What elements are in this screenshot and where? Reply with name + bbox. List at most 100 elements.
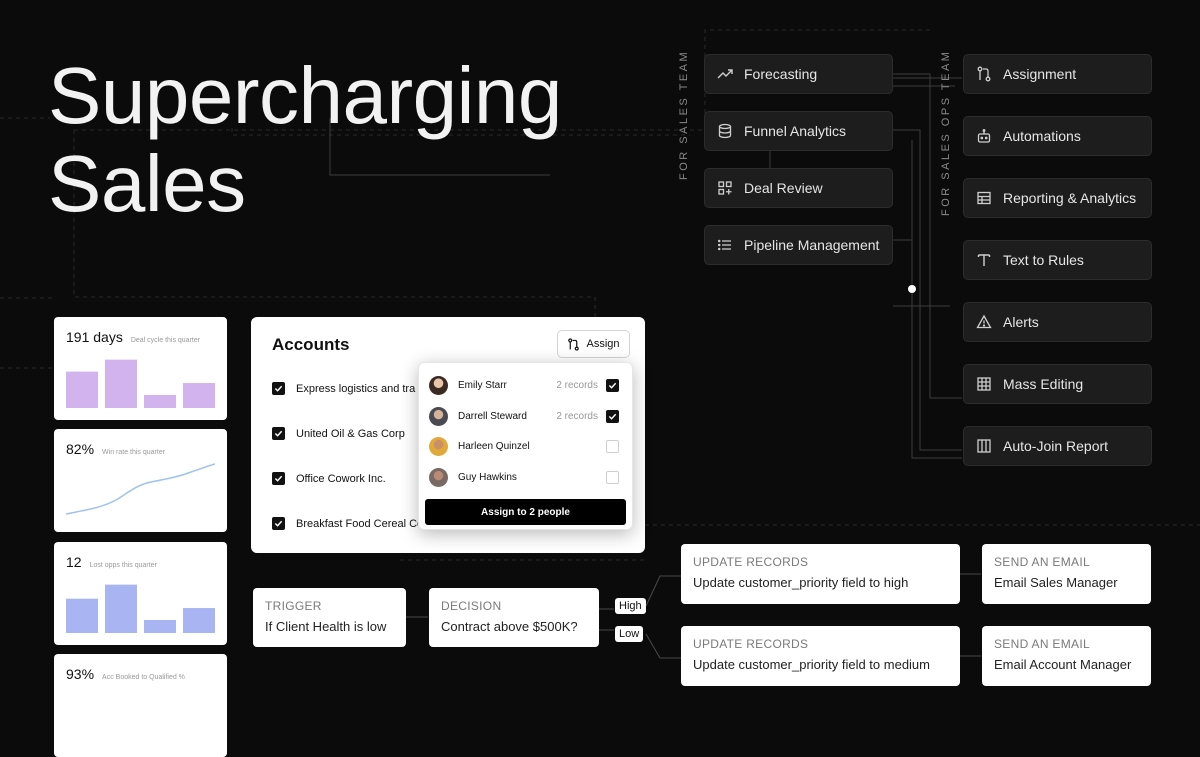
stat-value: 191 days bbox=[66, 329, 123, 345]
update-records-high-card[interactable]: UPDATE RECORDS Update customer_priority … bbox=[681, 544, 960, 604]
trigger-card[interactable]: TRIGGER If Client Health is low bbox=[253, 588, 406, 647]
account-row[interactable]: United Oil & Gas Corp bbox=[272, 427, 405, 440]
pill-label: Alerts bbox=[1003, 314, 1039, 330]
assign-popup: Emily Starr 2 records Darrell Steward 2 … bbox=[418, 362, 633, 530]
checkbox-unchecked[interactable] bbox=[606, 439, 619, 453]
flow-text: Email Sales Manager bbox=[994, 575, 1118, 590]
avatar bbox=[429, 467, 448, 487]
bar bbox=[66, 371, 98, 408]
pill-label: Auto-Join Report bbox=[1003, 438, 1109, 454]
sales-ops-team-label: FOR SALES OPS TEAM bbox=[940, 49, 952, 216]
line-series bbox=[66, 463, 215, 515]
pill-automations[interactable]: Automations bbox=[963, 116, 1152, 156]
flow-kicker: SEND AN EMAIL bbox=[994, 637, 1090, 651]
pill-text-to-rules[interactable]: Text to Rules bbox=[963, 240, 1152, 280]
checkbox-checked[interactable] bbox=[272, 517, 285, 530]
person-row[interactable]: Darrell Steward 2 records bbox=[429, 405, 619, 427]
person-row[interactable]: Harleen Quinzel bbox=[429, 435, 619, 457]
update-records-low-card[interactable]: UPDATE RECORDS Update customer_priority … bbox=[681, 626, 960, 686]
bar-chart bbox=[66, 584, 215, 633]
sales-team-label: FOR SALES TEAM bbox=[678, 49, 690, 180]
columns-icon bbox=[977, 439, 991, 453]
pill-alerts[interactable]: Alerts bbox=[963, 302, 1152, 342]
assign-button[interactable]: Assign bbox=[557, 330, 630, 358]
pill-reporting-analytics[interactable]: Reporting & Analytics bbox=[963, 178, 1152, 218]
person-name: Harleen Quinzel bbox=[458, 440, 530, 452]
stat-card-win-rate: 82% Win rate this quarter bbox=[54, 429, 227, 532]
stat-caption: Win rate this quarter bbox=[102, 449, 166, 456]
account-row[interactable]: Express logistics and transport bbox=[272, 382, 416, 395]
checkbox-checked[interactable] bbox=[606, 378, 619, 392]
checkbox-checked[interactable] bbox=[272, 382, 285, 395]
person-name: Darrell Steward bbox=[458, 410, 527, 422]
flow-text: If Client Health is low bbox=[265, 619, 387, 634]
bar bbox=[183, 608, 215, 633]
person-name: Emily Starr bbox=[458, 379, 507, 391]
stat-caption: Lost opps this quarter bbox=[89, 562, 157, 569]
flow-kicker: UPDATE RECORDS bbox=[693, 637, 809, 651]
send-email-high-card[interactable]: SEND AN EMAIL Email Sales Manager bbox=[982, 544, 1151, 604]
pill-label: Funnel Analytics bbox=[744, 123, 846, 139]
warning-icon bbox=[976, 314, 992, 329]
pill-label: Text to Rules bbox=[1003, 252, 1084, 268]
junction-dot bbox=[908, 285, 916, 293]
avatar bbox=[429, 436, 448, 456]
hero-title: Supercharging Sales bbox=[48, 52, 562, 228]
bar-chart bbox=[66, 359, 215, 408]
pill-label: Reporting & Analytics bbox=[1003, 190, 1137, 206]
stat-card-acc-booked: 93% Acc Booked to Qualified % bbox=[54, 654, 227, 757]
pill-pipeline-management[interactable]: Pipeline Management bbox=[704, 225, 893, 265]
line-chart bbox=[66, 463, 215, 515]
avatar bbox=[429, 406, 448, 426]
checkbox-checked[interactable] bbox=[272, 427, 285, 440]
assign-to-people-button[interactable]: Assign to 2 people bbox=[425, 499, 626, 525]
database-icon bbox=[718, 123, 732, 139]
pill-deal-review[interactable]: Deal Review bbox=[704, 168, 893, 208]
stat-card-lost-opps: 12 Lost opps this quarter bbox=[54, 542, 227, 645]
flow-text: Contract above $500K? bbox=[441, 619, 578, 634]
stat-caption: Deal cycle this quarter bbox=[130, 337, 201, 344]
account-row[interactable]: Breakfast Food Cereal Corp bbox=[272, 517, 418, 530]
person-row[interactable]: Guy Hawkins bbox=[429, 466, 619, 488]
account-name: Office Cowork Inc. bbox=[296, 472, 386, 485]
list-icon bbox=[717, 239, 731, 251]
bar bbox=[144, 395, 176, 408]
trend-icon bbox=[717, 69, 733, 79]
person-row[interactable]: Emily Starr 2 records bbox=[429, 374, 619, 396]
person-records: 2 records bbox=[556, 379, 598, 391]
text-icon bbox=[977, 254, 991, 266]
stat-caption: Acc Booked to Qualified % bbox=[102, 674, 185, 681]
pill-funnel-analytics[interactable]: Funnel Analytics bbox=[704, 111, 893, 151]
accounts-title: Accounts bbox=[272, 335, 350, 354]
pill-auto-join-report[interactable]: Auto-Join Report bbox=[963, 426, 1152, 466]
person-records: 2 records bbox=[556, 410, 598, 422]
flow-kicker: UPDATE RECORDS bbox=[693, 555, 809, 569]
branch-low-label: Low bbox=[615, 626, 644, 642]
decision-card[interactable]: DECISION Contract above $500K? bbox=[429, 588, 599, 647]
checkbox-unchecked[interactable] bbox=[606, 470, 619, 484]
stat-value: 82% bbox=[66, 441, 95, 457]
bar bbox=[183, 383, 215, 408]
flow-text: Update customer_priority field to high bbox=[693, 575, 909, 590]
flow-text: Update customer_priority field to medium bbox=[693, 657, 930, 672]
bar bbox=[66, 598, 98, 633]
robot-icon bbox=[977, 129, 991, 143]
pill-assignment[interactable]: Assignment bbox=[963, 54, 1152, 94]
account-name: Express logistics and transport bbox=[296, 382, 416, 395]
assign-button-label: Assign bbox=[586, 338, 620, 350]
pill-forecasting[interactable]: Forecasting bbox=[704, 54, 893, 94]
pill-label: Mass Editing bbox=[1003, 376, 1084, 392]
account-row[interactable]: Office Cowork Inc. bbox=[272, 472, 386, 485]
git-branch-icon bbox=[977, 66, 991, 82]
pill-label: Automations bbox=[1003, 128, 1081, 144]
flow-text: Email Account Manager bbox=[994, 657, 1132, 672]
flow-kicker: TRIGGER bbox=[265, 599, 322, 613]
send-email-low-card[interactable]: SEND AN EMAIL Email Account Manager bbox=[982, 626, 1151, 686]
checkbox-checked[interactable] bbox=[606, 409, 619, 423]
pill-mass-editing[interactable]: Mass Editing bbox=[963, 364, 1152, 404]
flow-kicker: SEND AN EMAIL bbox=[994, 555, 1090, 569]
stat-value: 12 bbox=[66, 554, 82, 570]
pill-label: Forecasting bbox=[744, 66, 818, 82]
checkbox-checked[interactable] bbox=[272, 472, 285, 485]
avatar bbox=[429, 375, 448, 395]
